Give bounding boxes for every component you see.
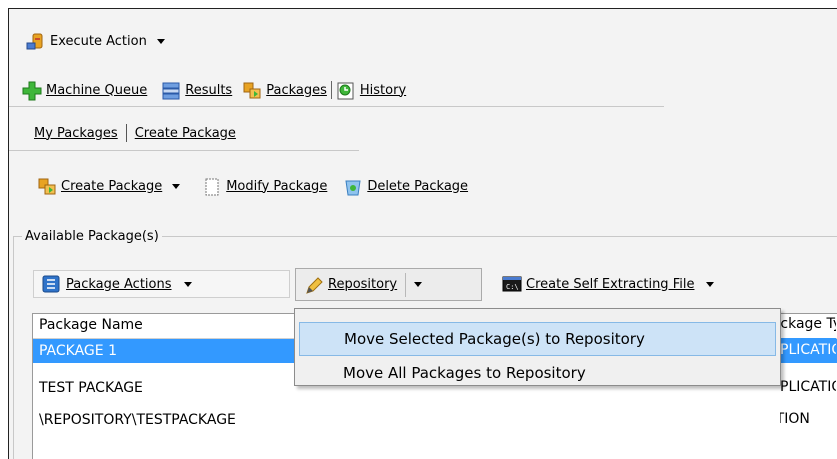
delete-package-button[interactable]: Delete Package bbox=[343, 177, 469, 196]
repository-button[interactable]: Repository bbox=[295, 268, 482, 301]
available-packages-label: Available Package(s) bbox=[22, 229, 162, 244]
results-icon bbox=[161, 81, 180, 100]
package-toolbar: Create Package Modify Package Delete Pac… bbox=[37, 173, 837, 199]
table-cell-type: APPLICATION bbox=[780, 342, 836, 358]
tab-history-label: History bbox=[359, 82, 407, 98]
subtab-divider bbox=[125, 124, 127, 142]
delete-package-label: Delete Package bbox=[367, 178, 469, 194]
execute-toolbar: Execute Action bbox=[26, 28, 837, 54]
tab-machine-queue-label: Machine Queue bbox=[46, 82, 148, 98]
execute-action-icon bbox=[26, 32, 44, 50]
nav-divider bbox=[9, 106, 664, 107]
modify-package-label: Modify Package bbox=[226, 178, 328, 194]
create-package-button[interactable]: Create Package bbox=[37, 177, 181, 195]
tab-create-package[interactable]: Create Package bbox=[135, 126, 236, 141]
table-row-name[interactable]: \REPOSITORY\TESTPACKAGE bbox=[39, 412, 236, 428]
pencil-icon bbox=[304, 276, 323, 294]
table-row-name: PACKAGE 1 bbox=[39, 343, 117, 359]
chevron-down-icon bbox=[183, 281, 192, 287]
create-package-label: Create Package bbox=[61, 178, 163, 194]
menu-item-move-all[interactable]: Move All Packages to Repository bbox=[299, 356, 776, 390]
menu-item-label: Move All Packages to Repository bbox=[343, 364, 586, 382]
nav-tabs: Machine Queue Results Packages History bbox=[22, 78, 837, 102]
tab-packages-label: Packages bbox=[266, 82, 327, 98]
packages-icon bbox=[242, 81, 261, 99]
repository-dropdown-menu: Move Selected Package(s) to Repository M… bbox=[294, 308, 781, 386]
table-row-name[interactable]: TEST PACKAGE bbox=[39, 380, 143, 396]
plus-icon bbox=[22, 81, 42, 101]
chevron-down-icon[interactable] bbox=[414, 282, 423, 287]
tab-machine-queue[interactable]: Machine Queue bbox=[22, 81, 148, 101]
terminal-icon: C:\ bbox=[502, 275, 522, 293]
recycle-bin-icon bbox=[343, 177, 361, 196]
create-package-icon bbox=[37, 177, 56, 195]
tab-history[interactable]: History bbox=[336, 81, 407, 100]
modify-package-button[interactable]: Modify Package bbox=[202, 177, 328, 196]
create-self-extracting-label: Create Self Extracting File bbox=[526, 276, 695, 292]
menu-item-label: Move Selected Package(s) to Repository bbox=[344, 330, 645, 348]
package-type-column: Package Type APPLICATION APPLICATION APP… bbox=[780, 313, 836, 458]
menu-item-move-selected[interactable]: Move Selected Package(s) to Repository bbox=[299, 322, 776, 356]
package-actions-icon bbox=[42, 275, 60, 293]
create-self-extracting-button[interactable]: C:\ Create Self Extracting File bbox=[502, 275, 715, 293]
tab-results[interactable]: Results bbox=[161, 81, 233, 100]
header-package-type[interactable]: Package Type bbox=[780, 316, 836, 332]
svg-text:C:\: C:\ bbox=[506, 283, 519, 291]
chevron-down-icon bbox=[156, 38, 165, 44]
table-cell-type: APPLICATION bbox=[780, 379, 836, 395]
modify-package-icon bbox=[202, 177, 220, 196]
sub-tabs: My Packages Create Package bbox=[34, 121, 837, 145]
table-cell-type: APPLICATION bbox=[780, 411, 810, 427]
package-actions-button[interactable]: Package Actions bbox=[33, 270, 290, 298]
chevron-down-icon bbox=[706, 281, 715, 287]
package-actions-label: Package Actions bbox=[66, 276, 172, 292]
tab-results-label: Results bbox=[185, 82, 233, 98]
tab-packages[interactable]: Packages bbox=[242, 81, 327, 99]
history-icon bbox=[336, 81, 354, 100]
chevron-down-icon[interactable] bbox=[172, 183, 181, 189]
subtab-underline bbox=[9, 150, 359, 151]
tab-my-packages[interactable]: My Packages bbox=[34, 126, 118, 141]
tab-divider bbox=[330, 81, 332, 99]
execute-action-menu[interactable]: Execute Action bbox=[26, 32, 165, 50]
execute-action-label: Execute Action bbox=[50, 33, 147, 49]
header-package-name[interactable]: Package Name bbox=[39, 317, 143, 333]
repository-label: Repository bbox=[328, 277, 398, 292]
split-divider bbox=[405, 272, 407, 297]
